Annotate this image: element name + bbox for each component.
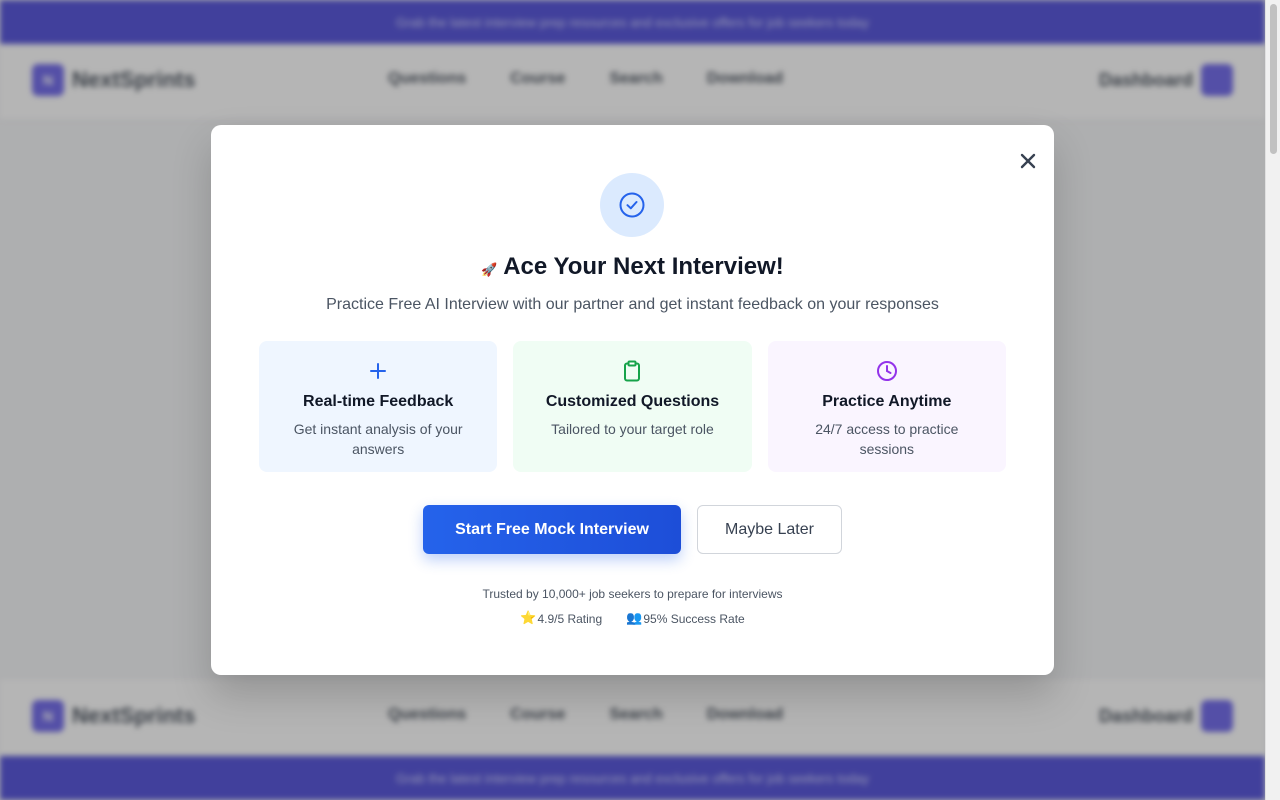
feature-title: Customized Questions	[545, 393, 720, 410]
close-button[interactable]	[1016, 149, 1040, 173]
rating-stat: ⭐ 4.9/5 Rating	[520, 611, 602, 626]
close-icon	[1020, 153, 1036, 169]
users-icon: 👥	[626, 611, 643, 626]
stats-row: ⭐ 4.9/5 Rating 👥 95% Success Rate	[211, 611, 1054, 626]
feature-title: Real-time Feedback	[303, 393, 454, 410]
interview-promo-modal: 🚀 Ace Your Next Interview! Practice Free…	[211, 125, 1054, 675]
modal-title: 🚀 Ace Your Next Interview!	[211, 253, 1054, 281]
page-scrollbar[interactable]	[1265, 0, 1280, 800]
feature-description: 24/7 access to practice sessions	[815, 421, 959, 457]
success-stat: 👥 95% Success Rate	[626, 611, 745, 626]
clipboard-icon	[620, 359, 644, 383]
feature-card-questions: Customized Questions Tailored to your ta…	[513, 341, 752, 472]
feature-description: Tailored to your target role	[551, 421, 714, 437]
star-icon: ⭐	[520, 611, 537, 626]
modal-title-text: Ace Your Next Interview!	[503, 253, 784, 280]
modal-subtitle: Practice Free AI Interview with our part…	[326, 296, 939, 313]
hero-icon-circle	[600, 173, 664, 237]
rocket-icon: 🚀	[481, 263, 498, 278]
scrollbar-thumb[interactable]	[1270, 4, 1277, 154]
clock-icon	[875, 359, 899, 383]
feature-description: Get instant analysis of your answers	[293, 421, 463, 457]
maybe-later-button[interactable]: Maybe Later	[697, 505, 842, 554]
feature-cards: Real-time Feedback Get instant analysis …	[259, 341, 1006, 472]
modal-actions: Start Free Mock Interview Maybe Later	[423, 505, 842, 554]
plus-icon	[366, 359, 390, 383]
success-label: 95% Success Rate	[643, 611, 745, 626]
feature-card-anytime: Practice Anytime 24/7 access to practice…	[767, 341, 1006, 472]
feature-card-feedback: Real-time Feedback Get instant analysis …	[259, 341, 498, 472]
trust-text: Trusted by 10,000+ job seekers to prepar…	[482, 587, 783, 601]
start-mock-interview-button[interactable]: Start Free Mock Interview	[423, 505, 681, 554]
feature-title: Practice Anytime	[822, 393, 952, 410]
check-circle-icon	[619, 192, 645, 218]
rating-label: 4.9/5 Rating	[537, 611, 603, 626]
